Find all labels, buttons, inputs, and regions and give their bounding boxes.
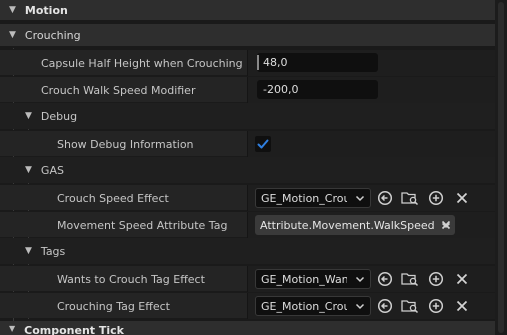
- property-value: GE_Motion_Crou: [248, 293, 495, 319]
- category-crouching[interactable]: ▼ Crouching: [0, 24, 495, 46]
- property-row-capsule-half-height: Capsule Half Height when Crouching 48,0: [0, 49, 495, 76]
- property-label: Wants to Crouch Tag Effect: [57, 272, 205, 286]
- use-selected-arrow-icon: [377, 190, 393, 206]
- capsule-half-height-value: 48,0: [263, 56, 288, 69]
- crouch-walk-speed-value: -200,0: [263, 83, 299, 96]
- chevron-down-icon: ▼: [9, 30, 16, 40]
- folder-search-icon: [401, 273, 419, 287]
- attribute-tag-chip[interactable]: Attribute.Movement.WalkSpeed: [255, 215, 455, 235]
- property-label: Crouch Speed Effect: [57, 191, 169, 205]
- category-crouching-label: Crouching: [24, 28, 81, 42]
- chevron-down-icon: ▼: [25, 111, 32, 121]
- property-row-crouching-tag-effect: Crouching Tag Effect GE_Motion_Crou: [0, 292, 495, 319]
- add-button[interactable]: [427, 297, 445, 315]
- property-row-wants-to-crouch-tag-effect: Wants to Crouch Tag Effect GE_Motion_Wan…: [0, 265, 495, 292]
- add-button[interactable]: [427, 189, 445, 207]
- chevron-down-icon: ▼: [9, 324, 16, 333]
- chevron-down-icon: [355, 303, 365, 310]
- browse-button[interactable]: [401, 189, 419, 207]
- scrollbar-thumb[interactable]: [498, 2, 504, 333]
- wants-to-crouch-effect-combo[interactable]: GE_Motion_Want: [255, 269, 371, 289]
- use-selected-arrow-icon: [377, 298, 393, 314]
- details-panel: ▼ Motion ▼ Crouching Capsule Half Height…: [0, 0, 495, 335]
- crouch-walk-speed-input[interactable]: -200,0: [257, 80, 378, 99]
- text-cursor: [257, 55, 259, 70]
- use-selected-button[interactable]: [376, 270, 394, 288]
- category-motion-label: Motion: [24, 3, 68, 17]
- folder-search-icon: [401, 192, 419, 206]
- scrollbar[interactable]: [495, 0, 507, 335]
- checkmark-icon: [257, 139, 269, 149]
- browse-button[interactable]: [401, 297, 419, 315]
- subcategory-gas-label: GAS: [40, 163, 64, 177]
- tag-dropdown-button[interactable]: [439, 216, 453, 234]
- property-value: GE_Motion_Crou: [248, 185, 495, 211]
- subcategory-debug[interactable]: ▼ Debug: [0, 103, 495, 129]
- property-label: Show Debug Information: [57, 137, 194, 151]
- property-row-crouch-speed-effect: Crouch Speed Effect GE_Motion_Crou: [0, 184, 495, 211]
- property-label: Movement Speed Attribute Tag: [57, 218, 228, 232]
- plus-circle-icon: [428, 271, 444, 287]
- wants-to-crouch-effect-value: GE_Motion_Want: [261, 272, 347, 286]
- chevron-down-icon: [441, 222, 451, 229]
- close-icon: [456, 273, 468, 285]
- property-value: GE_Motion_Want: [248, 266, 495, 292]
- property-label: Capsule Half Height when Crouching: [41, 56, 243, 70]
- chevron-down-icon: ▼: [9, 5, 16, 15]
- property-value: Attribute.Movement.WalkSpeed: [248, 212, 495, 238]
- use-selected-button[interactable]: [376, 297, 394, 315]
- attribute-tag-value: Attribute.Movement.WalkSpeed: [260, 218, 435, 232]
- subcategory-tags-label: Tags: [40, 244, 66, 258]
- use-selected-arrow-icon: [377, 271, 393, 287]
- crouch-speed-effect-value: GE_Motion_Crou: [261, 191, 347, 205]
- category-motion[interactable]: ▼ Motion: [0, 0, 495, 20]
- chevron-down-icon: ▼: [25, 165, 32, 175]
- property-value: -200,0: [248, 77, 495, 103]
- use-selected-button[interactable]: [376, 189, 394, 207]
- capsule-half-height-input[interactable]: 48,0: [257, 53, 378, 72]
- property-row-show-debug-information: Show Debug Information: [0, 130, 495, 157]
- crouching-tag-effect-value: GE_Motion_Crou: [261, 299, 347, 313]
- clear-button[interactable]: [453, 297, 471, 315]
- show-debug-checkbox[interactable]: [255, 136, 271, 152]
- browse-button[interactable]: [401, 270, 419, 288]
- property-label: Crouching Tag Effect: [57, 299, 170, 313]
- subcategory-tags[interactable]: ▼ Tags: [0, 238, 495, 264]
- clear-button[interactable]: [453, 270, 471, 288]
- property-value: 48,0: [248, 50, 495, 76]
- property-label: Crouch Walk Speed Modifier: [41, 83, 196, 97]
- crouching-tag-effect-combo[interactable]: GE_Motion_Crou: [255, 296, 371, 316]
- chevron-down-icon: [355, 195, 365, 202]
- close-icon: [456, 192, 468, 204]
- property-row-crouch-walk-speed: Crouch Walk Speed Modifier -200,0: [0, 76, 495, 103]
- crouch-speed-effect-combo[interactable]: GE_Motion_Crou: [255, 188, 371, 208]
- close-icon: [456, 300, 468, 312]
- subcategory-gas[interactable]: ▼ GAS: [0, 157, 495, 183]
- plus-circle-icon: [428, 190, 444, 206]
- property-row-movement-speed-attribute-tag: Movement Speed Attribute Tag Attribute.M…: [0, 211, 495, 238]
- subcategory-debug-label: Debug: [40, 109, 78, 123]
- folder-search-icon: [401, 300, 419, 314]
- chevron-down-icon: ▼: [25, 246, 32, 256]
- plus-circle-icon: [428, 298, 444, 314]
- category-component-tick-label: Component Tick: [24, 324, 124, 335]
- property-value: [248, 131, 495, 157]
- category-component-tick[interactable]: ▼ Component Tick: [0, 321, 495, 335]
- clear-button[interactable]: [453, 189, 471, 207]
- add-button[interactable]: [427, 270, 445, 288]
- chevron-down-icon: [355, 276, 365, 283]
